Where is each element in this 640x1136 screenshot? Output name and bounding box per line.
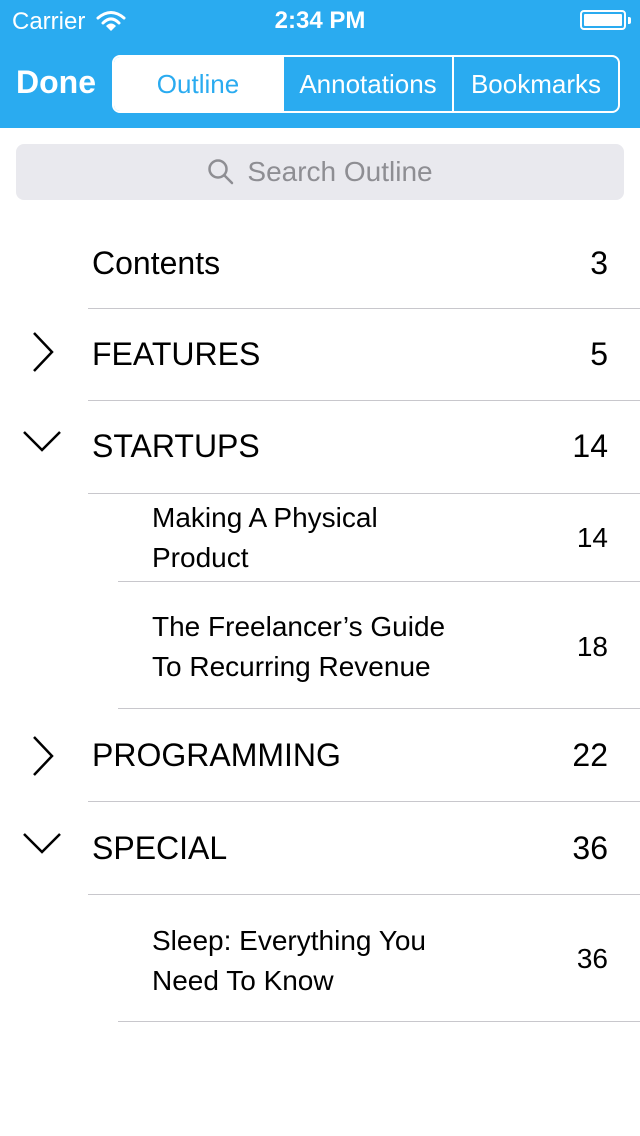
clock: 2:34 PM	[274, 7, 366, 34]
title-line: Making A Physical	[152, 502, 378, 533]
outline-item-programming[interactable]: PROGRAMMING 22	[0, 709, 640, 802]
title-line: The Freelancer’s Guide	[152, 611, 446, 642]
battery-icon	[580, 10, 631, 30]
outline-item-title: Contents	[92, 245, 221, 281]
outline-item-page: 14	[576, 522, 608, 553]
outline-item-title: FEATURES	[92, 336, 261, 372]
navigation-header: Carrier 2:34 PM Done Outline Annotations…	[0, 0, 640, 128]
chevron-down-icon[interactable]	[20, 824, 64, 868]
outline-subitem-freelancers-guide[interactable]: The Freelancer’s Guide To Recurring Reve…	[0, 582, 640, 709]
title-line: Sleep: Everything You	[152, 925, 426, 956]
outline-item-title: Sleep: Everything You Need To Know	[152, 921, 426, 1001]
tab-bookmarks[interactable]: Bookmarks	[452, 57, 618, 111]
outline-subitem-making-physical-product[interactable]: Making A Physical Product 14	[0, 494, 640, 582]
status-bar: Carrier 2:34 PM	[0, 0, 640, 40]
outline-item-startups[interactable]: STARTUPS 14	[0, 401, 640, 494]
title-line: Need To Know	[152, 965, 334, 996]
outline-item-contents[interactable]: Contents 3	[0, 218, 640, 309]
outline-item-title: SPECIAL	[92, 830, 228, 866]
outline-item-title: The Freelancer’s Guide To Recurring Reve…	[152, 607, 445, 687]
outline-item-page: 5	[590, 336, 608, 372]
search-placeholder: Search Outline	[247, 156, 433, 187]
outline-item-page: 36	[576, 943, 608, 974]
outline-item-features[interactable]: FEATURES 5	[0, 309, 640, 401]
outline-item-page: 3	[590, 245, 608, 281]
view-segmented-control: Outline Annotations Bookmarks	[112, 55, 620, 113]
tab-outline[interactable]: Outline	[114, 57, 282, 111]
outline-item-title: PROGRAMMING	[92, 737, 341, 773]
outline-item-title: STARTUPS	[92, 428, 260, 464]
done-button[interactable]: Done	[16, 64, 96, 101]
outline-item-page: 14	[572, 428, 608, 464]
outline-item-special[interactable]: SPECIAL 36	[0, 802, 640, 895]
outline-item-page: 18	[576, 631, 608, 662]
chevron-right-icon[interactable]	[24, 735, 68, 779]
outline-item-title: Making A Physical Product	[152, 498, 378, 578]
tab-annotations[interactable]: Annotations	[282, 57, 452, 111]
search-field[interactable]: Search Outline	[16, 144, 624, 200]
chevron-right-icon[interactable]	[24, 331, 68, 375]
search-icon	[208, 159, 234, 185]
title-line: Product	[152, 542, 249, 573]
outline-item-page: 22	[572, 737, 608, 773]
title-line: To Recurring Revenue	[152, 651, 431, 682]
outline-list: Contents 3 FEATURES 5 STARTUPS 14 Making…	[0, 218, 640, 1022]
chevron-down-icon[interactable]	[20, 422, 64, 466]
outline-subitem-sleep[interactable]: Sleep: Everything You Need To Know 36	[0, 895, 640, 1022]
outline-item-page: 36	[572, 830, 608, 866]
